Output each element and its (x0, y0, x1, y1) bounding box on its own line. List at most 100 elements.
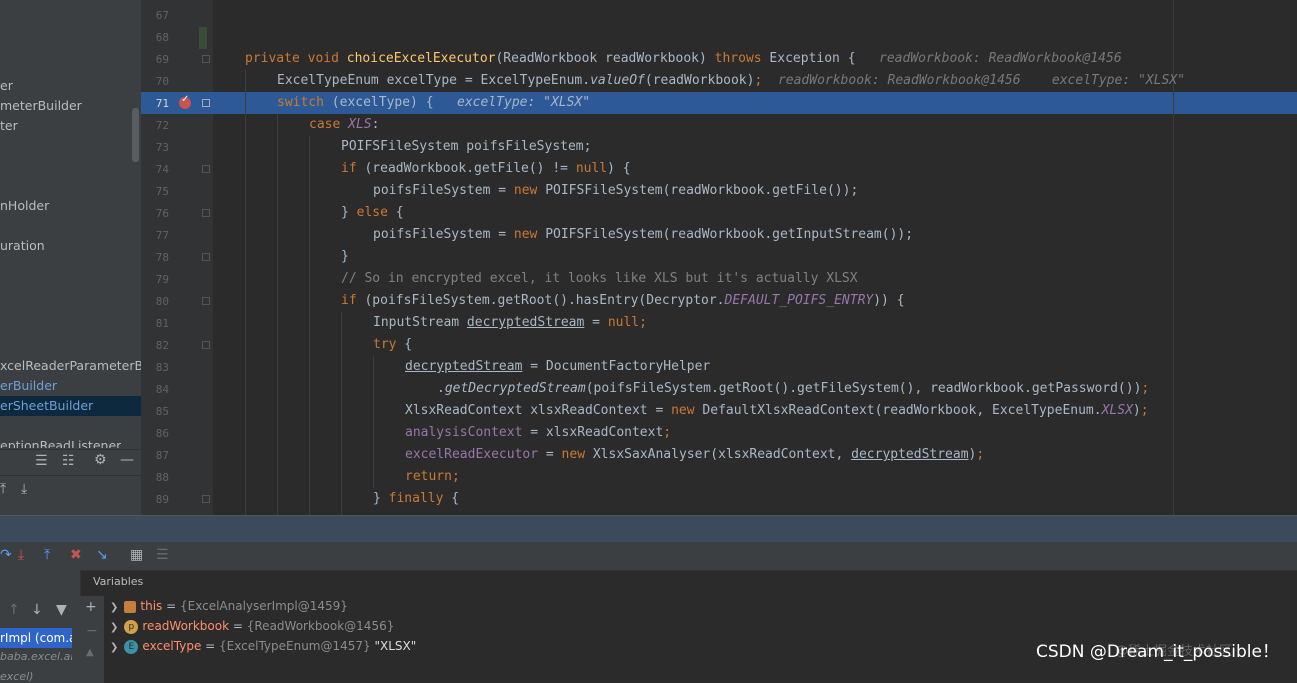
debug-tool-window-header[interactable] (0, 515, 1297, 542)
code-text: )) { (873, 293, 905, 308)
project-item[interactable]: xcelReaderParameterBuil (0, 356, 141, 376)
variable-name: this (140, 599, 163, 613)
code-text: ) { (607, 161, 631, 176)
code-line-84[interactable]: .getDecryptedStream(poifsFileSystem.getR… (437, 378, 1149, 400)
code-line-82[interactable]: try { (373, 334, 412, 356)
project-item[interactable]: uration (0, 236, 45, 256)
frame-item-selected[interactable]: rImpl (com.ali (0, 628, 72, 648)
arrow-up-icon[interactable]: ↑ (8, 602, 20, 618)
fold-icon[interactable] (202, 99, 210, 107)
code-line-71[interactable]: switch (excelType) { excelType: "XLSX" (277, 92, 590, 114)
field: excelReadExecutor (405, 447, 539, 462)
project-item[interactable]: meterBuilder (0, 96, 82, 116)
drop-frame-icon[interactable]: ✖ (70, 547, 82, 563)
code-line-87[interactable]: excelReadExecutor = new XlsxSaxAnalyser(… (405, 444, 984, 466)
code-line-80[interactable]: if (poifsFileSystem.getRoot().hasEntry(D… (341, 290, 905, 312)
equals-sign: = (201, 639, 220, 653)
arrow-down-icon[interactable]: ↓ (31, 602, 43, 618)
code-line-85[interactable]: XlsxReadContext xlsxReadContext = new De… (405, 400, 1149, 422)
remove-watch-icon[interactable]: − (86, 623, 98, 639)
fold-icon[interactable] (202, 209, 210, 217)
move-up-icon[interactable]: ▲ (86, 647, 94, 658)
variable: decryptedStream (851, 447, 969, 462)
line-number: 77 (155, 229, 169, 242)
step-out-icon[interactable]: ⤒ (44, 547, 50, 563)
evaluate-expression-icon[interactable]: ▦ (130, 547, 143, 563)
project-item[interactable]: nHolder (0, 196, 49, 216)
code-line-74[interactable]: if (readWorkbook.getFile() != null) { (341, 158, 631, 180)
code-line-70[interactable]: ExcelTypeEnum excelType = ExcelTypeEnum.… (277, 70, 1185, 92)
semicolon: ; (663, 425, 672, 440)
code-line-69[interactable]: private void choiceExcelExecutor(ReadWor… (245, 48, 1122, 70)
variable-row-excelType[interactable]: ❯ EexcelType = {ExcelTypeEnum@1457} "XLSX… (110, 636, 416, 656)
line-number: 80 (155, 295, 169, 308)
comment: // So in encrypted excel, it looks like … (341, 271, 858, 286)
keyword: new (671, 403, 695, 418)
keyword: if (341, 293, 357, 308)
fold-icon[interactable] (202, 297, 210, 305)
line-number: 86 (155, 427, 169, 440)
sort-down-icon[interactable]: ⤓ (21, 481, 27, 497)
code-line-86[interactable]: analysisContext = xlsxReadContext; (405, 422, 671, 444)
fold-icon[interactable] (202, 341, 210, 349)
add-watch-icon[interactable]: + (85, 599, 97, 615)
inline-debug-value: readWorkbook: ReadWorkbook@1456 (879, 51, 1122, 66)
code-line-76[interactable]: } else { (341, 202, 404, 224)
project-scrollbar[interactable] (132, 108, 139, 162)
code-line-89[interactable]: } finally { (373, 488, 459, 510)
method-call: valueOf (590, 73, 645, 88)
keyword: null (575, 161, 608, 176)
variable-row-readWorkbook[interactable]: ❯ p readWorkbook = {ReadWorkbook@1456} (110, 616, 394, 636)
code-text: } (341, 205, 357, 220)
code-line-77[interactable]: poifsFileSystem = new POIFSFileSystem(re… (373, 224, 913, 246)
project-item[interactable]: ter (0, 116, 18, 136)
code-text: . (437, 381, 445, 396)
code-text: ) (1132, 403, 1141, 418)
code-line-88[interactable]: return; (405, 466, 460, 488)
expand-arrow-icon[interactable]: ❯ (110, 622, 118, 633)
code-text: = xlsxReadContext (522, 425, 664, 440)
keyword: null (607, 315, 640, 330)
code-line-73[interactable]: POIFSFileSystem poifsFileSystem; (341, 136, 591, 158)
minimize-icon[interactable]: — (120, 452, 134, 468)
frame-item[interactable]: baba.excel.an (0, 650, 72, 663)
project-item[interactable]: er (0, 76, 13, 96)
collapse-all-icon[interactable]: ☷ (62, 453, 75, 469)
frame-item[interactable]: excel) (0, 670, 72, 683)
code-line-72[interactable]: case XLS: (309, 114, 379, 136)
fold-icon[interactable] (202, 165, 210, 173)
line-number: 79 (155, 273, 169, 286)
fold-icon[interactable] (202, 495, 210, 503)
expand-all-icon[interactable]: ☰ (35, 453, 48, 469)
sort-icon[interactable]: ⤒ (0, 481, 6, 497)
code-text: XlsxReadContext xlsxReadContext = (405, 403, 672, 418)
code-line-78[interactable]: } (341, 246, 349, 268)
fold-icon[interactable] (202, 55, 210, 63)
expand-arrow-icon[interactable]: ❯ (110, 602, 118, 613)
filter-icon[interactable]: ▼ (56, 602, 67, 618)
project-item[interactable]: eptionReadListener (0, 436, 121, 448)
variable: decryptedStream (405, 359, 523, 374)
step-into-icon[interactable]: ⤓ (18, 547, 24, 563)
equals-sign: = (229, 619, 247, 633)
line-number: 88 (155, 471, 169, 484)
indent-guide (245, 70, 246, 515)
step-over-icon[interactable]: ↷ (0, 547, 12, 563)
variables-title: Variables (93, 575, 144, 588)
variable-row-this[interactable]: ❯ this = {ExcelAnalyserImpl@1459} (110, 596, 348, 616)
trace-icon[interactable]: ☰ (156, 547, 169, 563)
code-line-81[interactable]: InputStream decryptedStream = null; (373, 312, 647, 334)
project-item[interactable]: erBuilder (0, 376, 57, 396)
project-item-selected[interactable]: erSheetBuilder (0, 396, 141, 416)
enum-constant: XLSX (1101, 403, 1133, 418)
expand-arrow-icon[interactable]: ❯ (110, 642, 118, 653)
inline-debug-value: excelType: "XLSX" (457, 95, 591, 110)
code-line-83[interactable]: decryptedStream = DocumentFactoryHelper (405, 356, 710, 378)
code-line-75[interactable]: poifsFileSystem = new POIFSFileSystem(re… (373, 180, 858, 202)
gear-icon[interactable]: ⚙ (94, 452, 107, 468)
code-line-79[interactable]: // So in encrypted excel, it looks like … (341, 268, 858, 290)
fold-icon[interactable] (202, 253, 210, 261)
run-to-cursor-icon[interactable]: ↘ (96, 547, 108, 563)
semicolon: ; (1141, 381, 1150, 396)
line-number-current: 71 (155, 97, 169, 110)
